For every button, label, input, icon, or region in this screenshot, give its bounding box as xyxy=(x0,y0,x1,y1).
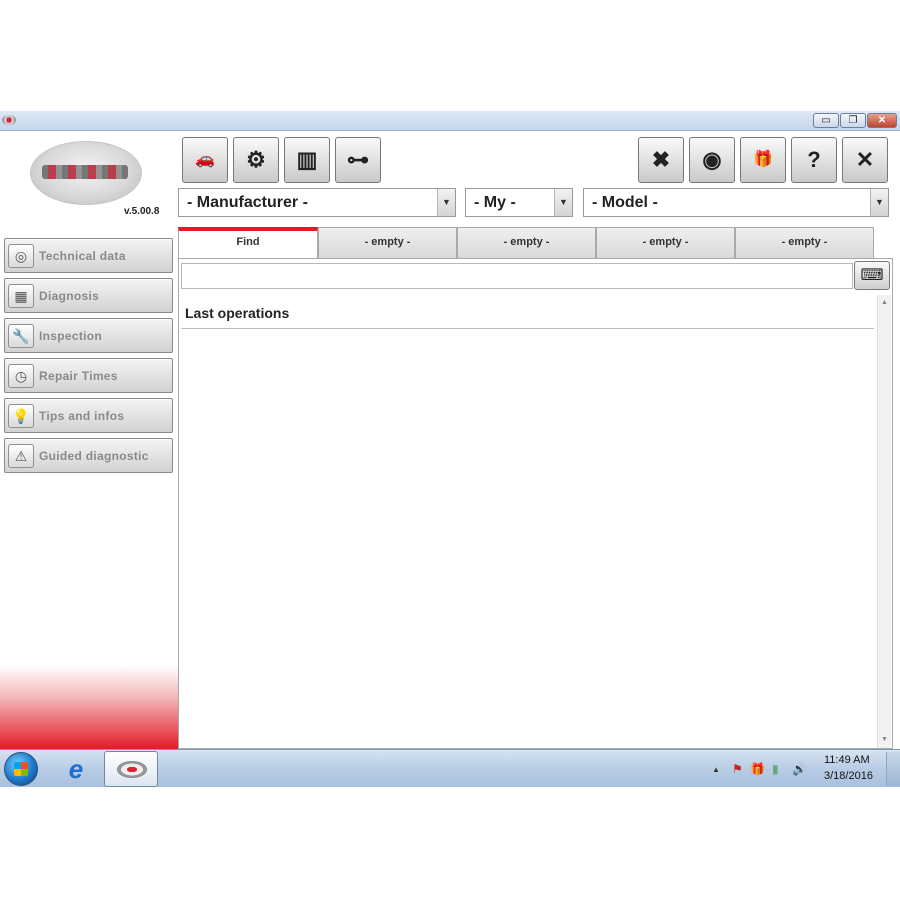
volume-icon[interactable]: 🔊 xyxy=(792,762,807,776)
help-button[interactable]: ? xyxy=(791,137,837,183)
gift-button[interactable]: 🎁 xyxy=(740,137,786,183)
vertical-scrollbar[interactable]: ▲ ▼ xyxy=(877,295,891,748)
vehicle-selection-button[interactable]: 🚗 xyxy=(182,137,228,183)
diagnosis-icon: ▦ xyxy=(8,284,34,308)
engine-icon: ⚙ xyxy=(246,147,266,172)
show-hidden-icons-icon[interactable]: ▲ xyxy=(712,765,720,774)
model-select-value: - Model - xyxy=(592,194,658,211)
wrench-icon: 🔧 xyxy=(8,324,34,348)
find-panel: ⌨ Last operations ▲ ▼ xyxy=(178,258,893,749)
show-desktop-button[interactable] xyxy=(886,752,900,786)
internet-explorer-icon[interactable]: e xyxy=(60,754,92,784)
chevron-down-icon[interactable]: ▼ xyxy=(437,189,455,216)
connector-icon: ⊶ xyxy=(347,147,369,172)
scroll-up-icon[interactable]: ▲ xyxy=(878,297,891,309)
tab-find[interactable]: Find xyxy=(178,227,318,259)
gift-tray-icon[interactable]: 🎁 xyxy=(750,762,765,776)
maximize-button[interactable]: ❐ xyxy=(840,113,866,128)
exit-button[interactable]: ✕ xyxy=(842,137,888,183)
logo-area: v.5.00.8 xyxy=(0,131,175,226)
action-center-flag-icon[interactable]: ⚑ xyxy=(732,762,743,776)
manufacturer-select[interactable]: - Manufacturer - ▼ xyxy=(178,188,456,217)
sidebar-item-label: Tips and infos xyxy=(39,409,125,423)
cars-icon: 🚗 xyxy=(195,151,215,168)
sidebar-item-label: Inspection xyxy=(39,329,103,343)
clock-time[interactable]: 11:49 AM xyxy=(824,754,870,766)
taskbar: e ▲ ⚑ 🎁 ▮ 🔊 11:49 AM 3/18/2016 xyxy=(0,749,900,787)
tools-button[interactable]: ✖ xyxy=(638,137,684,183)
sidebar-item-diagnosis[interactable]: ▦ Diagnosis xyxy=(4,278,173,313)
virtual-keyboard-button[interactable]: ⌨ xyxy=(854,261,890,290)
my-select-value: - My - xyxy=(474,194,516,211)
connector-button[interactable]: ⊶ xyxy=(335,137,381,183)
sidebar-item-label: Repair Times xyxy=(39,369,118,383)
last-operations-list[interactable] xyxy=(181,330,874,746)
sidebar-item-tips-and-infos[interactable]: 💡 Tips and infos xyxy=(4,398,173,433)
sidebar-item-label: Guided diagnostic xyxy=(39,449,149,463)
last-operations-header: Last operations xyxy=(181,295,874,329)
system-tray: ▲ ⚑ 🎁 ▮ 🔊 11:49 AM 3/18/2016 xyxy=(710,750,900,788)
sync-icon: ◉ xyxy=(702,147,722,172)
sidebar-item-guided-diagnostic[interactable]: ⚠ Guided diagnostic xyxy=(4,438,173,473)
screen: ▭ ❐ ✕ v.5.00.8 ◎ Technical data ▦ Diagno… xyxy=(0,111,900,787)
tab-empty-2[interactable]: - empty - xyxy=(457,227,596,258)
start-button[interactable] xyxy=(4,752,38,786)
warning-probe-icon: ⚠ xyxy=(8,444,34,468)
sync-button[interactable]: ◉ xyxy=(689,137,735,183)
model-select[interactable]: - Model - ▼ xyxy=(583,188,889,217)
chevron-down-icon[interactable]: ▼ xyxy=(554,189,572,216)
app-logo-icon xyxy=(2,115,16,125)
network-icon[interactable]: ▮ xyxy=(772,762,779,776)
steering-wheel-icon: ◎ xyxy=(8,244,34,268)
window-close-button[interactable]: ✕ xyxy=(867,113,897,128)
clock-date[interactable]: 3/18/2016 xyxy=(824,770,873,782)
sidebar-item-label: Technical data xyxy=(39,249,126,263)
engine-button[interactable]: ⚙ xyxy=(233,137,279,183)
minimize-button[interactable]: ▭ xyxy=(813,113,839,128)
battery-icon: ▥ xyxy=(296,147,318,172)
sidebar-item-technical-data[interactable]: ◎ Technical data xyxy=(4,238,173,273)
close-icon: ✕ xyxy=(855,147,875,172)
sidebar-item-label: Diagnosis xyxy=(39,289,100,303)
my-select[interactable]: - My - ▼ xyxy=(465,188,573,217)
last-operations-title: Last operations xyxy=(185,305,290,321)
manufacturer-select-value: - Manufacturer - xyxy=(187,194,308,211)
brand-logo-bar xyxy=(42,165,128,179)
search-input[interactable] xyxy=(181,263,853,289)
window-title-bar[interactable]: ▭ ❐ ✕ xyxy=(0,111,900,131)
taskbar-app-button[interactable] xyxy=(104,751,158,787)
windows-logo-icon xyxy=(14,762,28,776)
tab-empty-3[interactable]: - empty - xyxy=(596,227,735,258)
sidebar-item-inspection[interactable]: 🔧 Inspection xyxy=(4,318,173,353)
tools-icon: ✖ xyxy=(651,147,671,172)
sidebar: ◎ Technical data ▦ Diagnosis 🔧 Inspectio… xyxy=(0,226,178,749)
battery-button[interactable]: ▥ xyxy=(284,137,330,183)
sidebar-item-repair-times[interactable]: ◷ Repair Times xyxy=(4,358,173,393)
help-icon: ? xyxy=(807,147,821,172)
clock-icon: ◷ xyxy=(8,364,34,388)
app-logo-icon xyxy=(117,761,147,778)
chevron-down-icon[interactable]: ▼ xyxy=(870,189,888,216)
keyboard-icon: ⌨ xyxy=(860,267,884,284)
version-label: v.5.00.8 xyxy=(124,206,160,217)
app-window: v.5.00.8 ◎ Technical data ▦ Diagnosis 🔧 … xyxy=(0,131,900,749)
tab-empty-1[interactable]: - empty - xyxy=(318,227,457,258)
tab-empty-4[interactable]: - empty - xyxy=(735,227,874,258)
lightbulb-icon: 💡 xyxy=(8,404,34,428)
gift-icon: 🎁 xyxy=(753,151,773,168)
scroll-down-icon[interactable]: ▼ xyxy=(878,734,891,746)
